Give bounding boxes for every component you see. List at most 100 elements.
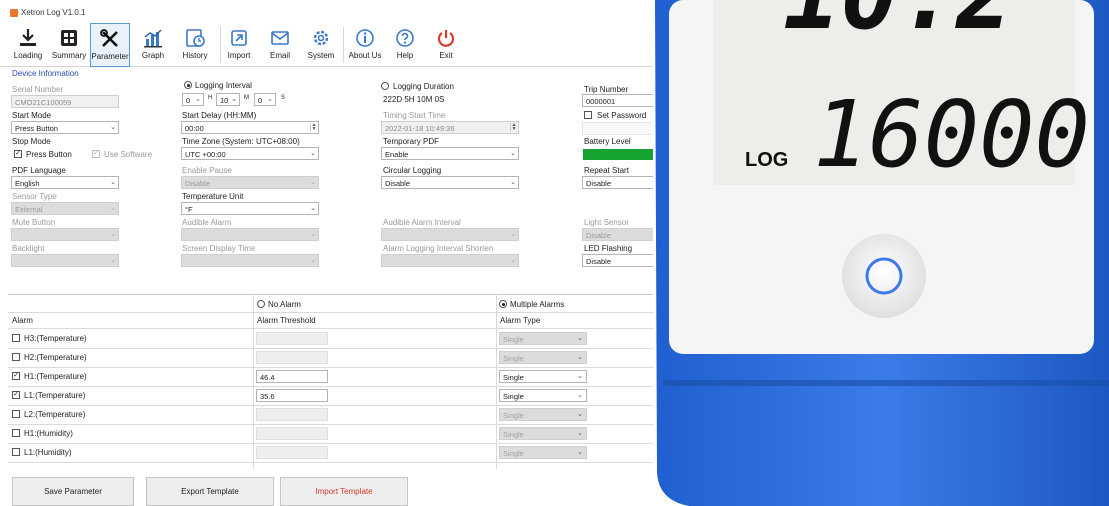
pdf-language-value: English xyxy=(15,179,40,188)
serial-number-field: CMO21C100059 xyxy=(11,95,119,108)
alarm-threshold-field[interactable]: 35.6 xyxy=(256,389,328,402)
import-button[interactable]: Import xyxy=(222,23,256,67)
start-delay-label: Start Delay (HH:MM) xyxy=(182,111,257,120)
screen-display-time-label: Screen Display Time xyxy=(182,244,256,253)
interval-seconds-select[interactable]: 0 ⌄ xyxy=(254,93,276,106)
chevron-down-icon: ⌄ xyxy=(510,150,516,157)
hours-unit: H xyxy=(208,95,213,101)
exit-button[interactable]: Exit xyxy=(431,23,461,67)
parameter-button[interactable]: Parameter xyxy=(90,23,130,67)
led-flashing-select[interactable]: Disable xyxy=(582,254,660,267)
pdf-language-select[interactable]: English ⌄ xyxy=(11,176,119,189)
enable-pause-select: Disable ⌄ xyxy=(181,176,319,189)
chevron-down-icon: ⌄ xyxy=(510,231,516,238)
alarm-logging-interval-shorten-select: ⌄ xyxy=(381,254,519,267)
no-alarm-radio[interactable] xyxy=(257,300,265,308)
alarm-threshold-field xyxy=(256,408,328,421)
repeat-start-select[interactable]: Disable xyxy=(582,176,660,189)
alarm-type-value: Single xyxy=(503,354,524,363)
chevron-down-icon: ⌄ xyxy=(110,124,116,131)
mute-button-select: ⌄ xyxy=(11,228,119,241)
help-button[interactable]: Help xyxy=(389,23,421,67)
alarm-type-value: Single xyxy=(503,449,524,458)
start-mode-label: Start Mode xyxy=(12,111,52,120)
power-icon xyxy=(437,30,455,47)
alarm-row-checkbox[interactable] xyxy=(12,353,20,361)
pdf-language-label: PDF Language xyxy=(12,166,66,175)
stop-press-button-checkbox[interactable]: ✓ xyxy=(14,150,22,158)
alarm-type-select[interactable]: Single ⌄ xyxy=(499,370,587,383)
logging-interval-radio[interactable] xyxy=(184,81,192,89)
alarm-row-checkbox[interactable] xyxy=(12,334,20,342)
graph-button[interactable]: Graph xyxy=(136,23,170,67)
alarm-table-row-line xyxy=(8,312,660,313)
interval-hours-select[interactable]: 0 ⌄ xyxy=(182,93,204,106)
gear-icon xyxy=(313,30,329,46)
start-mode-select[interactable]: Press Button ⌄ xyxy=(11,121,119,134)
alarm-threshold-field[interactable]: 46.4 xyxy=(256,370,328,383)
import-icon xyxy=(231,30,247,46)
system-button[interactable]: System xyxy=(303,23,339,67)
screen-display-time-select: ⌄ xyxy=(181,254,319,267)
alarm-type-value: Single xyxy=(503,392,524,401)
chevron-down-icon: ⌄ xyxy=(110,257,116,264)
summary-grid-icon xyxy=(61,30,77,46)
about-us-button[interactable]: About Us xyxy=(346,23,384,67)
time-zone-select[interactable]: UTC +00:00 ⌄ xyxy=(181,147,319,160)
lcd-record-count: 16000 xyxy=(813,81,1090,188)
alarm-row-checkbox[interactable]: ✓ xyxy=(12,391,20,399)
chevron-down-icon: ⌄ xyxy=(577,354,583,361)
use-software-checkbox: ✓ xyxy=(92,150,100,158)
alarm-threshold-field xyxy=(256,427,328,440)
trip-number-field[interactable]: 0000001 xyxy=(582,94,660,107)
timing-start-time-field: 2022-01-18 10:49:36 ▲ ▼ xyxy=(381,121,519,134)
temporary-pdf-label: Temporary PDF xyxy=(383,137,440,146)
email-icon xyxy=(271,31,289,45)
set-password-checkbox[interactable] xyxy=(584,111,592,119)
backlight-label: Backlight xyxy=(12,244,45,253)
alarm-row-checkbox[interactable] xyxy=(12,448,20,456)
serial-number-label: Serial Number xyxy=(12,85,64,94)
alarm-row-name: H3:(Temperature) xyxy=(24,334,87,343)
multiple-alarms-radio[interactable] xyxy=(499,300,507,308)
circular-logging-value: Disable xyxy=(385,179,411,188)
alarm-type-select: Single ⌄ xyxy=(499,332,587,345)
mute-button-label: Mute Button xyxy=(12,218,56,227)
loading-button[interactable]: Loading xyxy=(10,23,46,67)
temperature-unit-select[interactable]: °F ⌄ xyxy=(181,202,319,215)
battery-level-bar xyxy=(583,149,660,160)
audible-alarm-select: ⌄ xyxy=(181,228,319,241)
chevron-down-icon: ⌄ xyxy=(195,96,201,103)
history-button[interactable]: History xyxy=(177,23,213,67)
download-icon xyxy=(20,29,36,46)
alarm-row-name: L2:(Temperature) xyxy=(24,410,86,419)
start-delay-field[interactable]: 00:00 ▲ ▼ xyxy=(181,121,319,134)
title-bar: Xetron Log V1.0.1 xyxy=(0,0,660,22)
circular-logging-select[interactable]: Disable ⌄ xyxy=(381,176,519,189)
alarm-table-row-line xyxy=(8,367,660,368)
alarm-type-value: Single xyxy=(503,411,524,420)
toolbar: Loading Summary Parameter Graph History … xyxy=(0,23,660,67)
temporary-pdf-select[interactable]: Enable ⌄ xyxy=(381,147,519,160)
alarm-type-select: Single ⌄ xyxy=(499,351,587,364)
data-logger-device-photo: 10.2 16000 LOG xyxy=(653,0,1109,506)
repeat-start-label: Repeat Start xyxy=(584,166,629,175)
save-parameter-button[interactable]: Save Parameter xyxy=(12,477,134,506)
import-template-button[interactable]: Import Template xyxy=(280,477,408,506)
chevron-down-icon: ⌄ xyxy=(310,150,316,157)
logging-duration-radio[interactable] xyxy=(381,82,389,90)
alarm-row-checkbox[interactable] xyxy=(12,429,20,437)
chevron-down-icon: ⌄ xyxy=(310,179,316,186)
trip-number-label: Trip Number xyxy=(584,85,629,94)
interval-minutes-select[interactable]: 10 ⌄ xyxy=(216,93,240,106)
email-button[interactable]: Email xyxy=(263,23,297,67)
temporary-pdf-value: Enable xyxy=(385,150,409,159)
alarm-row-checkbox[interactable] xyxy=(12,410,20,418)
alarm-type-select[interactable]: Single ⌄ xyxy=(499,389,587,402)
alarm-logging-interval-shorten-label: Alarm Logging Interval Shorten xyxy=(383,244,494,253)
alarm-table-top-border xyxy=(8,294,660,295)
spinner-icon[interactable]: ▲ ▼ xyxy=(310,123,317,132)
summary-button[interactable]: Summary xyxy=(50,23,88,67)
alarm-row-checkbox[interactable]: ✓ xyxy=(12,372,20,380)
export-template-button[interactable]: Export Template xyxy=(146,477,274,506)
